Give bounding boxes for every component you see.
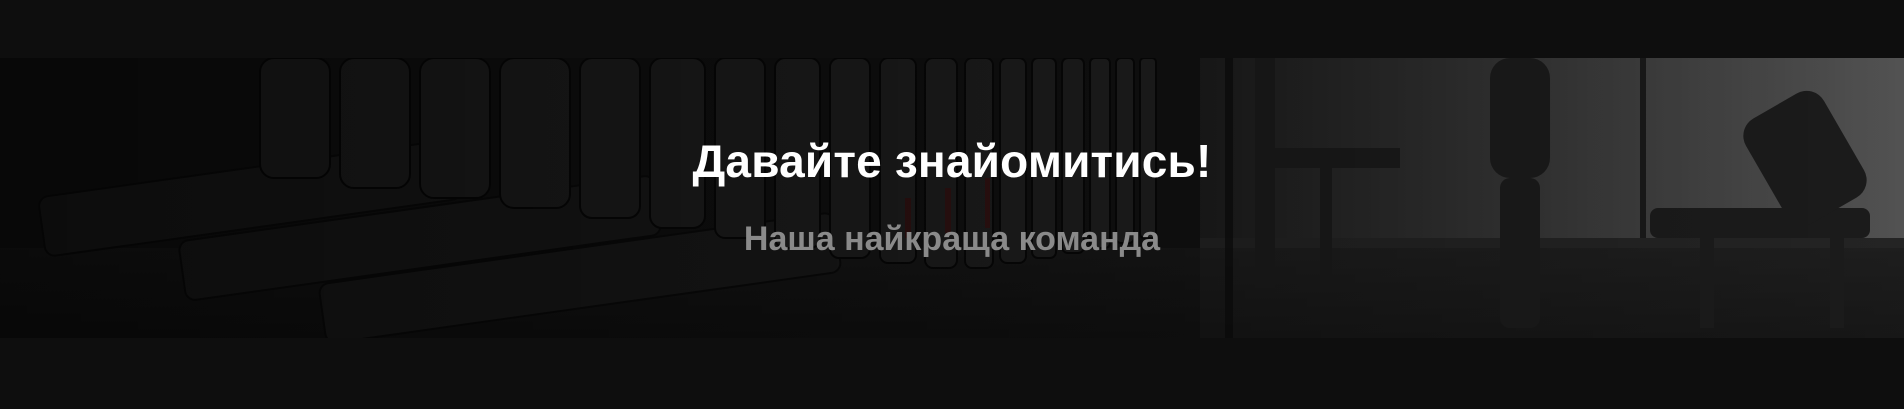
- hero-dark-overlay: [0, 58, 1904, 338]
- page-title: Давайте знайомитись!: [692, 135, 1212, 187]
- bottom-bar: [0, 338, 1904, 409]
- top-bar: [0, 0, 1904, 58]
- page-subtitle: Наша найкраща команда: [743, 220, 1161, 258]
- page: Давайте знайомитись! Наша найкраща коман…: [0, 0, 1904, 409]
- hero-banner: [0, 58, 1904, 338]
